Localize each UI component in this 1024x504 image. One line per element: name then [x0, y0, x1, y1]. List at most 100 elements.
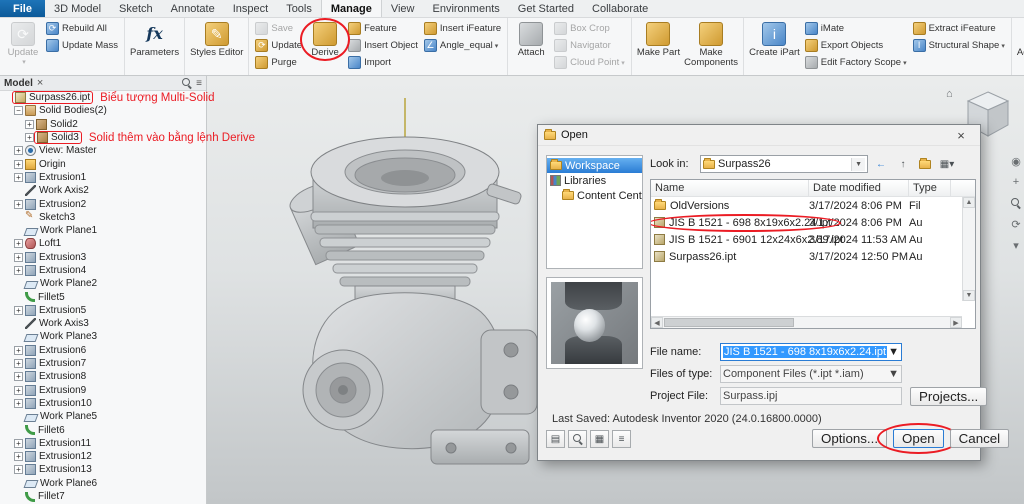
thumbnails-icon[interactable]: ▦ — [590, 430, 609, 448]
scroll-up-icon[interactable]: ▲ — [963, 197, 975, 208]
ribbon-button-import[interactable]: Import — [345, 54, 421, 71]
more-icon[interactable]: ▾ — [1009, 238, 1023, 252]
new-folder-icon[interactable] — [916, 156, 934, 173]
vertical-scrollbar[interactable]: ▲ ▼ — [962, 197, 975, 301]
ribbon-button-cloud-point[interactable]: Cloud Point▾ — [551, 54, 628, 71]
tree-item-fillet5[interactable]: Fillet5 — [0, 290, 206, 303]
tree-expander-icon[interactable]: + — [14, 173, 23, 182]
tree-expander-icon[interactable]: + — [14, 253, 23, 262]
tree-item-extrusion11[interactable]: +Extrusion11 — [0, 437, 206, 450]
file-name-input[interactable]: JIS B 1521 - 698 8x19x6x2.24.ipt ▼ — [720, 343, 902, 361]
tree-item-work-plane2[interactable]: Work Plane2 — [0, 277, 206, 290]
tab-collaborate[interactable]: Collaborate — [583, 0, 657, 17]
navigation-wheel-icon[interactable]: ◉ — [1009, 154, 1023, 168]
tab-get-started[interactable]: Get Started — [509, 0, 583, 17]
ribbon-button-add-rule[interactable]: +Add Rule — [1015, 20, 1024, 59]
ribbon-button-derive[interactable]: Derive — [305, 20, 345, 59]
tree-item-fillet7[interactable]: Fillet7 — [0, 490, 206, 503]
tree-item-extrusion8[interactable]: +Extrusion8 — [0, 370, 206, 383]
tree-item-solid3[interactable]: +Solid3Solid thêm vào bằng lệnh Derive — [0, 131, 206, 144]
tree-item-work-plane6[interactable]: Work Plane6 — [0, 477, 206, 490]
tree-expander-icon[interactable]: + — [14, 146, 23, 155]
ribbon-button-parameters[interactable]: fxParameters — [128, 20, 181, 59]
tree-item-work-plane5[interactable]: Work Plane5 — [0, 410, 206, 423]
tree-item-extrusion2[interactable]: +Extrusion2 — [0, 197, 206, 210]
tree-expander-icon[interactable]: + — [25, 133, 34, 142]
column-header-name[interactable]: Name — [651, 180, 809, 196]
ribbon-button-navigator[interactable]: Navigator — [551, 37, 628, 54]
tree-item-extrusion9[interactable]: +Extrusion9 — [0, 384, 206, 397]
orbit-icon[interactable]: ⟳ — [1009, 217, 1023, 231]
files-of-type-dropdown[interactable]: Component Files (*.ipt *.iam) ▼ — [720, 365, 902, 383]
zoom-icon[interactable] — [1009, 196, 1023, 210]
tree-item-extrusion6[interactable]: +Extrusion6 — [0, 344, 206, 357]
tree-expander-icon[interactable]: + — [14, 386, 23, 395]
ribbon-button-update-mass[interactable]: Update Mass — [43, 37, 121, 54]
tab-sketch[interactable]: Sketch — [110, 0, 162, 17]
tree-expander-icon[interactable]: − — [14, 106, 23, 115]
file-row-jis-b-1521-698-8x19x6x2-24-ipt[interactable]: JIS B 1521 - 698 8x19x6x2.24.ipt3/17/202… — [651, 214, 975, 231]
horizontal-scrollbar[interactable]: ◀ ▶ — [651, 316, 962, 328]
projects-button[interactable]: Projects... — [910, 387, 987, 406]
browser-close-icon[interactable]: × — [37, 78, 43, 89]
tab-inspect[interactable]: Inspect — [224, 0, 277, 17]
tree-expander-icon[interactable]: + — [14, 306, 23, 315]
tab-3d-model[interactable]: 3D Model — [45, 0, 110, 17]
cancel-button[interactable]: Cancel — [950, 429, 1010, 448]
ribbon-button-export-objects[interactable]: Export Objects — [802, 37, 910, 54]
tree-item-work-axis2[interactable]: Work Axis2 — [0, 184, 206, 197]
ribbon-button-feature[interactable]: Feature — [345, 20, 421, 37]
open-button[interactable]: Open — [893, 429, 944, 448]
tree-item-extrusion5[interactable]: +Extrusion5 — [0, 304, 206, 317]
engine-3d-model[interactable] — [235, 92, 575, 492]
ribbon-button-purge[interactable]: Purge — [252, 54, 305, 71]
tree-expander-icon[interactable]: + — [14, 266, 23, 275]
tree-item-fillet6[interactable]: Fillet6 — [0, 423, 206, 436]
ribbon-button-save[interactable]: Save — [252, 20, 305, 37]
tree-item-extrusion4[interactable]: +Extrusion4 — [0, 264, 206, 277]
tab-manage[interactable]: Manage — [321, 0, 382, 17]
file-row-oldversions[interactable]: OldVersions3/17/2024 8:06 PMFil — [651, 197, 975, 214]
look-in-dropdown[interactable]: Surpass26 ▼ — [700, 155, 868, 173]
tab-environments[interactable]: Environments — [424, 0, 509, 17]
tree-expander-icon[interactable]: + — [14, 399, 23, 408]
scrollbar-thumb[interactable] — [664, 318, 794, 327]
search-icon[interactable] — [568, 430, 587, 448]
ribbon-button-update[interactable]: ⟳Update — [252, 37, 305, 54]
column-header-date-modified[interactable]: Date modified — [809, 180, 909, 196]
tree-expander-icon[interactable]: + — [14, 452, 23, 461]
ribbon-button-imate[interactable]: iMate — [802, 20, 910, 37]
place-item-libraries[interactable]: Libraries — [547, 173, 642, 188]
ribbon-button-styles-editor[interactable]: ✎Styles Editor — [188, 20, 245, 59]
tree-item-extrusion1[interactable]: +Extrusion1 — [0, 171, 206, 184]
view-menu-icon[interactable]: ▦▾ — [938, 156, 956, 173]
ribbon-button-insert-object[interactable]: Insert Object — [345, 37, 421, 54]
ribbon-button-create-ipart[interactable]: iCreate iPart — [747, 20, 802, 59]
tree-item-work-plane3[interactable]: Work Plane3 — [0, 330, 206, 343]
tree-expander-icon[interactable]: + — [14, 439, 23, 448]
pan-icon[interactable]: + — [1009, 175, 1023, 189]
menu-icon[interactable]: ≡ — [612, 430, 631, 448]
home-icon[interactable]: ⌂ — [946, 88, 953, 100]
scroll-left-icon[interactable]: ◀ — [651, 317, 663, 328]
tree-item-solid2[interactable]: +Solid2 — [0, 118, 206, 131]
tab-annotate[interactable]: Annotate — [162, 0, 224, 17]
ribbon-button-insert-ifeature[interactable]: Insert iFeature — [421, 20, 504, 37]
ribbon-button-rebuild-all[interactable]: ⟳Rebuild All — [43, 20, 121, 37]
tree-item-work-plane1[interactable]: Work Plane1 — [0, 224, 206, 237]
tree-expander-icon[interactable]: + — [14, 239, 23, 248]
find-file-icon[interactable]: ▤ — [546, 430, 565, 448]
tree-item-extrusion12[interactable]: +Extrusion12 — [0, 450, 206, 463]
tree-expander-icon[interactable]: + — [14, 160, 23, 169]
scroll-right-icon[interactable]: ▶ — [950, 317, 962, 328]
tab-tools[interactable]: Tools — [277, 0, 321, 17]
scroll-down-icon[interactable]: ▼ — [963, 290, 975, 301]
browser-menu-icon[interactable]: ≡ — [196, 78, 202, 89]
tree-item-work-axis3[interactable]: Work Axis3 — [0, 317, 206, 330]
tree-item-solid-bodies-2[interactable]: −Solid Bodies(2) — [0, 104, 206, 117]
ribbon-button-extract-ifeature[interactable]: Extract iFeature — [910, 20, 1008, 37]
tree-item-sketch3[interactable]: Sketch3 — [0, 211, 206, 224]
chevron-down-icon[interactable]: ▼ — [851, 158, 865, 171]
tree-item-extrusion13[interactable]: +Extrusion13 — [0, 463, 206, 476]
tree-item-loft1[interactable]: +Loft1 — [0, 237, 206, 250]
